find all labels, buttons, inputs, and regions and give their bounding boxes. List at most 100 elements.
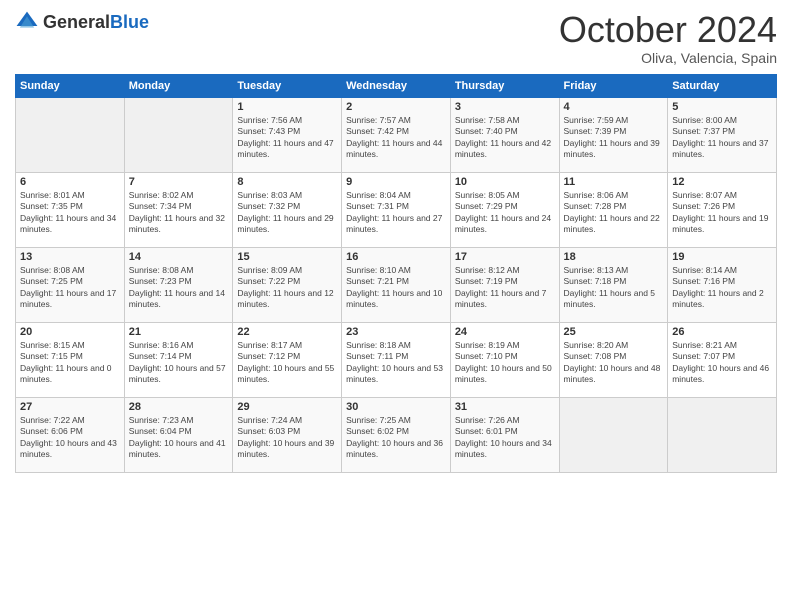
day-info: Sunrise: 8:21 AM Sunset: 7:07 PM Dayligh… [672,340,772,386]
calendar-cell [124,97,233,172]
calendar-cell: 23 Sunrise: 8:18 AM Sunset: 7:11 PM Dayli… [342,322,451,397]
calendar-cell: 6Sunrise: 8:01 AM Sunset: 7:35 PM Daylig… [16,172,125,247]
day-number: 30 [346,401,446,413]
day-info: Sunrise: 8:06 AM Sunset: 7:28 PM Dayligh… [564,190,664,236]
logo-general: General [43,12,110,32]
weekday-header: Tuesday [233,74,342,97]
day-number: 3 [455,101,555,113]
calendar-cell: 9 Sunrise: 8:04 AM Sunset: 7:31 PM Daylig… [342,172,451,247]
month-title: October 2024 [559,10,777,50]
day-info: Sunrise: 8:03 AM Sunset: 7:32 PM Dayligh… [237,190,337,236]
day-number: 10 [455,176,555,188]
day-info: Sunrise: 8:09 AM Sunset: 7:22 PM Dayligh… [237,265,337,311]
title-block: October 2024 Oliva, Valencia, Spain [559,10,777,66]
day-number: 5 [672,101,772,113]
day-number: 2 [346,101,446,113]
day-number: 4 [564,101,664,113]
day-number: 18 [564,251,664,263]
header: GeneralBlue October 2024 Oliva, Valencia… [15,10,777,66]
day-info: Sunrise: 8:00 AM Sunset: 7:37 PM Dayligh… [672,115,772,161]
day-number: 21 [129,326,229,338]
day-number: 8 [237,176,337,188]
day-info: Sunrise: 8:20 AM Sunset: 7:08 PM Dayligh… [564,340,664,386]
logo-blue: Blue [110,12,149,32]
day-number: 29 [237,401,337,413]
calendar-cell: 24 Sunrise: 8:19 AM Sunset: 7:10 PM Dayli… [450,322,559,397]
day-number: 22 [237,326,337,338]
calendar-cell: 30 Sunrise: 7:25 AM Sunset: 6:02 PM Dayli… [342,397,451,472]
day-number: 14 [129,251,229,263]
location-title: Oliva, Valencia, Spain [559,50,777,66]
calendar-cell [16,97,125,172]
day-number: 9 [346,176,446,188]
day-number: 19 [672,251,772,263]
calendar-page: GeneralBlue October 2024 Oliva, Valencia… [0,0,792,612]
day-number: 12 [672,176,772,188]
day-info: Sunrise: 8:13 AM Sunset: 7:18 PM Dayligh… [564,265,664,311]
day-number: 25 [564,326,664,338]
calendar-table: SundayMondayTuesdayWednesdayThursdayFrid… [15,74,777,473]
day-info: Sunrise: 8:07 AM Sunset: 7:26 PM Dayligh… [672,190,772,236]
day-info: Sunrise: 7:24 AM Sunset: 6:03 PM Dayligh… [237,415,337,461]
day-info: Sunrise: 8:08 AM Sunset: 7:23 PM Dayligh… [129,265,229,311]
day-info: Sunrise: 8:17 AM Sunset: 7:12 PM Dayligh… [237,340,337,386]
calendar-cell: 31 Sunrise: 7:26 AM Sunset: 6:01 PM Dayli… [450,397,559,472]
day-info: Sunrise: 8:05 AM Sunset: 7:29 PM Dayligh… [455,190,555,236]
day-info: Sunrise: 7:26 AM Sunset: 6:01 PM Dayligh… [455,415,555,461]
day-number: 17 [455,251,555,263]
weekday-header: Monday [124,74,233,97]
day-number: 11 [564,176,664,188]
day-info: Sunrise: 8:10 AM Sunset: 7:21 PM Dayligh… [346,265,446,311]
weekday-header: Thursday [450,74,559,97]
weekday-row: SundayMondayTuesdayWednesdayThursdayFrid… [16,74,777,97]
day-info: Sunrise: 7:56 AM Sunset: 7:43 PM Dayligh… [237,115,337,161]
day-info: Sunrise: 7:23 AM Sunset: 6:04 PM Dayligh… [129,415,229,461]
day-info: Sunrise: 7:57 AM Sunset: 7:42 PM Dayligh… [346,115,446,161]
calendar-cell: 14 Sunrise: 8:08 AM Sunset: 7:23 PM Dayli… [124,247,233,322]
day-number: 7 [129,176,229,188]
day-number: 15 [237,251,337,263]
logo: GeneralBlue [15,10,149,34]
calendar-cell: 18 Sunrise: 8:13 AM Sunset: 7:18 PM Dayli… [559,247,668,322]
day-info: Sunrise: 7:59 AM Sunset: 7:39 PM Dayligh… [564,115,664,161]
day-number: 16 [346,251,446,263]
day-number: 27 [20,401,120,413]
calendar-week-row: 27 Sunrise: 7:22 AM Sunset: 6:06 PM Dayli… [16,397,777,472]
calendar-cell: 10 Sunrise: 8:05 AM Sunset: 7:29 PM Dayli… [450,172,559,247]
day-info: Sunrise: 8:14 AM Sunset: 7:16 PM Dayligh… [672,265,772,311]
calendar-cell: 5 Sunrise: 8:00 AM Sunset: 7:37 PM Daylig… [668,97,777,172]
weekday-header: Friday [559,74,668,97]
day-info: Sunrise: 7:25 AM Sunset: 6:02 PM Dayligh… [346,415,446,461]
day-info: Sunrise: 8:15 AM Sunset: 7:15 PM Dayligh… [20,340,120,386]
calendar-cell: 15 Sunrise: 8:09 AM Sunset: 7:22 PM Dayli… [233,247,342,322]
calendar-cell: 17 Sunrise: 8:12 AM Sunset: 7:19 PM Dayli… [450,247,559,322]
weekday-header: Saturday [668,74,777,97]
day-number: 23 [346,326,446,338]
calendar-cell: 4 Sunrise: 7:59 AM Sunset: 7:39 PM Daylig… [559,97,668,172]
day-number: 20 [20,326,120,338]
day-number: 31 [455,401,555,413]
weekday-header: Wednesday [342,74,451,97]
calendar-cell: 26 Sunrise: 8:21 AM Sunset: 7:07 PM Dayli… [668,322,777,397]
day-info: Sunrise: 7:58 AM Sunset: 7:40 PM Dayligh… [455,115,555,161]
day-info: Sunrise: 8:18 AM Sunset: 7:11 PM Dayligh… [346,340,446,386]
calendar-cell: 22 Sunrise: 8:17 AM Sunset: 7:12 PM Dayli… [233,322,342,397]
day-info: Sunrise: 8:04 AM Sunset: 7:31 PM Dayligh… [346,190,446,236]
day-info: Sunrise: 8:02 AM Sunset: 7:34 PM Dayligh… [129,190,229,236]
day-number: 13 [20,251,120,263]
calendar-cell [668,397,777,472]
day-info: Sunrise: 8:19 AM Sunset: 7:10 PM Dayligh… [455,340,555,386]
day-number: 26 [672,326,772,338]
day-number: 24 [455,326,555,338]
calendar-cell: 8 Sunrise: 8:03 AM Sunset: 7:32 PM Daylig… [233,172,342,247]
day-info: Sunrise: 8:12 AM Sunset: 7:19 PM Dayligh… [455,265,555,311]
day-info: Sunrise: 8:08 AM Sunset: 7:25 PM Dayligh… [20,265,120,311]
day-info: Sunrise: 8:01 AM Sunset: 7:35 PM Dayligh… [20,190,120,236]
calendar-cell: 25 Sunrise: 8:20 AM Sunset: 7:08 PM Dayli… [559,322,668,397]
day-info: Sunrise: 7:22 AM Sunset: 6:06 PM Dayligh… [20,415,120,461]
calendar-cell: 27 Sunrise: 7:22 AM Sunset: 6:06 PM Dayli… [16,397,125,472]
calendar-cell: 12 Sunrise: 8:07 AM Sunset: 7:26 PM Dayli… [668,172,777,247]
calendar-cell: 3 Sunrise: 7:58 AM Sunset: 7:40 PM Daylig… [450,97,559,172]
calendar-week-row: 1Sunrise: 7:56 AM Sunset: 7:43 PM Daylig… [16,97,777,172]
calendar-week-row: 6Sunrise: 8:01 AM Sunset: 7:35 PM Daylig… [16,172,777,247]
